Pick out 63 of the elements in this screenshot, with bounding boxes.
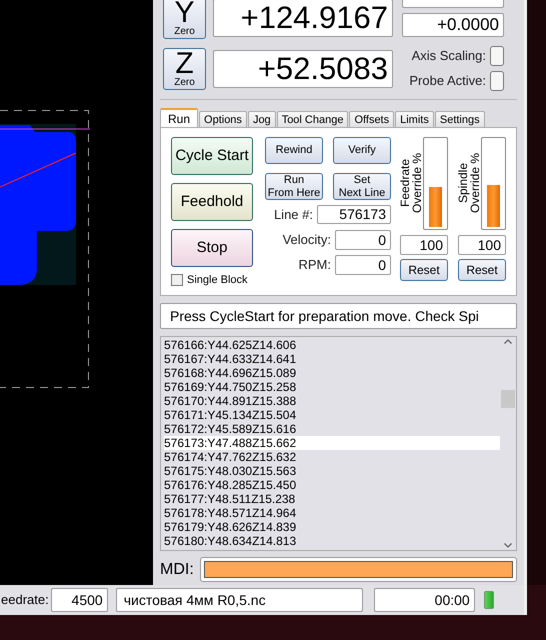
gcode-line[interactable]: 576179:Y48.626Z14.839: [164, 520, 500, 534]
scroll-up-icon[interactable]: [504, 339, 512, 344]
elapsed-time-field: 00:00: [374, 588, 475, 612]
tab[interactable]: Options: [199, 111, 247, 127]
rewind-button[interactable]: Rewind: [265, 137, 323, 164]
gcode-line[interactable]: 576178:Y48.571Z14.964: [164, 506, 500, 520]
gcode-line[interactable]: 576172:Y45.589Z15.616: [164, 422, 500, 436]
gcode-line[interactable]: 576169:Y44.750Z15.258: [164, 380, 500, 394]
velocity-label: Velocity:: [282, 230, 331, 249]
tab[interactable]: Run: [160, 108, 198, 127]
tab[interactable]: Limits: [395, 111, 434, 127]
axis-scaling-label: Axis Scaling:: [412, 47, 486, 66]
velocity-field: 0: [335, 230, 391, 250]
override-label: Feedrate Override %: [399, 152, 423, 214]
readout-field: +0.0000: [402, 12, 504, 36]
tab[interactable]: Tool Change: [276, 111, 348, 127]
gcode-line[interactable]: 576176:Y48.285Z15.450: [164, 478, 500, 492]
tab[interactable]: Jog: [248, 111, 276, 127]
file-name-field: чистовая 4мм R0,5.nc: [116, 588, 363, 612]
message-field: Press CycleStart for preparation move. Check Spi: [160, 303, 517, 329]
scroll-down-icon[interactable]: [504, 543, 512, 548]
zero-axis-button[interactable]: Y Zero: [163, 0, 206, 39]
override-value-field: 100: [458, 235, 506, 255]
axis-scaling-checkbox[interactable]: [490, 46, 504, 66]
mdi-input-field[interactable]: [200, 557, 517, 582]
mdi-label: MDI:: [160, 560, 194, 580]
axis-position-field: +52.5083: [213, 50, 393, 88]
stop-button[interactable]: Stop: [171, 229, 253, 267]
feedhold-button[interactable]: Feedhold: [171, 183, 253, 221]
axis-position-field: +124.9167: [213, 0, 393, 37]
rpm-label: RPM:: [298, 256, 331, 274]
cycle-start-button[interactable]: Cycle Start: [171, 137, 253, 175]
tab[interactable]: Offsets: [349, 111, 394, 127]
probe-active-checkbox[interactable]: [490, 71, 504, 91]
feedrate-label: eedrate:: [1, 591, 49, 610]
scrollbar-thumb[interactable]: [501, 390, 515, 408]
gcode-line[interactable]: 576174:Y47.762Z15.632: [164, 450, 500, 464]
gcode-line[interactable]: 576168:Y44.696Z15.089: [164, 366, 500, 380]
probe-active-label: Probe Active:: [409, 72, 486, 90]
line-number-label: Line #:: [274, 206, 313, 224]
zero-axis-button[interactable]: Z Zero: [163, 48, 206, 90]
single-block-checkbox[interactable]: [171, 274, 183, 286]
gcode-line[interactable]: 576167:Y44.633Z14.641: [164, 352, 500, 366]
gcode-line[interactable]: 576171:Y45.134Z15.504: [164, 408, 500, 422]
feedrate-field: 4500: [50, 588, 108, 612]
gcode-line[interactable]: 576166:Y44.625Z14.606: [164, 338, 500, 352]
override-label: Spindle Override %: [457, 152, 481, 214]
gcode-line[interactable]: 576170:Y44.891Z15.388: [164, 394, 500, 408]
set-next-line-button[interactable]: Set Next Line: [333, 173, 391, 200]
gcode-line[interactable]: 576175:Y48.030Z15.563: [164, 464, 500, 478]
status-led-icon: [484, 591, 494, 609]
single-block-label: Single Block: [187, 273, 248, 288]
scrollbar[interactable]: [500, 337, 516, 550]
verify-button[interactable]: Verify: [333, 137, 391, 164]
run-from-here-button[interactable]: Run From Here: [265, 173, 323, 200]
line-number-field: 576173: [317, 205, 391, 224]
reset-button[interactable]: Reset: [400, 259, 448, 281]
gcode-line[interactable]: 576180:Y48.634Z14.813: [164, 534, 500, 548]
rpm-field: 0: [335, 254, 391, 274]
gcode-line[interactable]: 576177:Y48.511Z15.238: [164, 492, 500, 506]
override-value-field: 100: [400, 235, 448, 255]
tab[interactable]: Settings: [434, 111, 485, 127]
reset-button[interactable]: Reset: [458, 259, 506, 281]
